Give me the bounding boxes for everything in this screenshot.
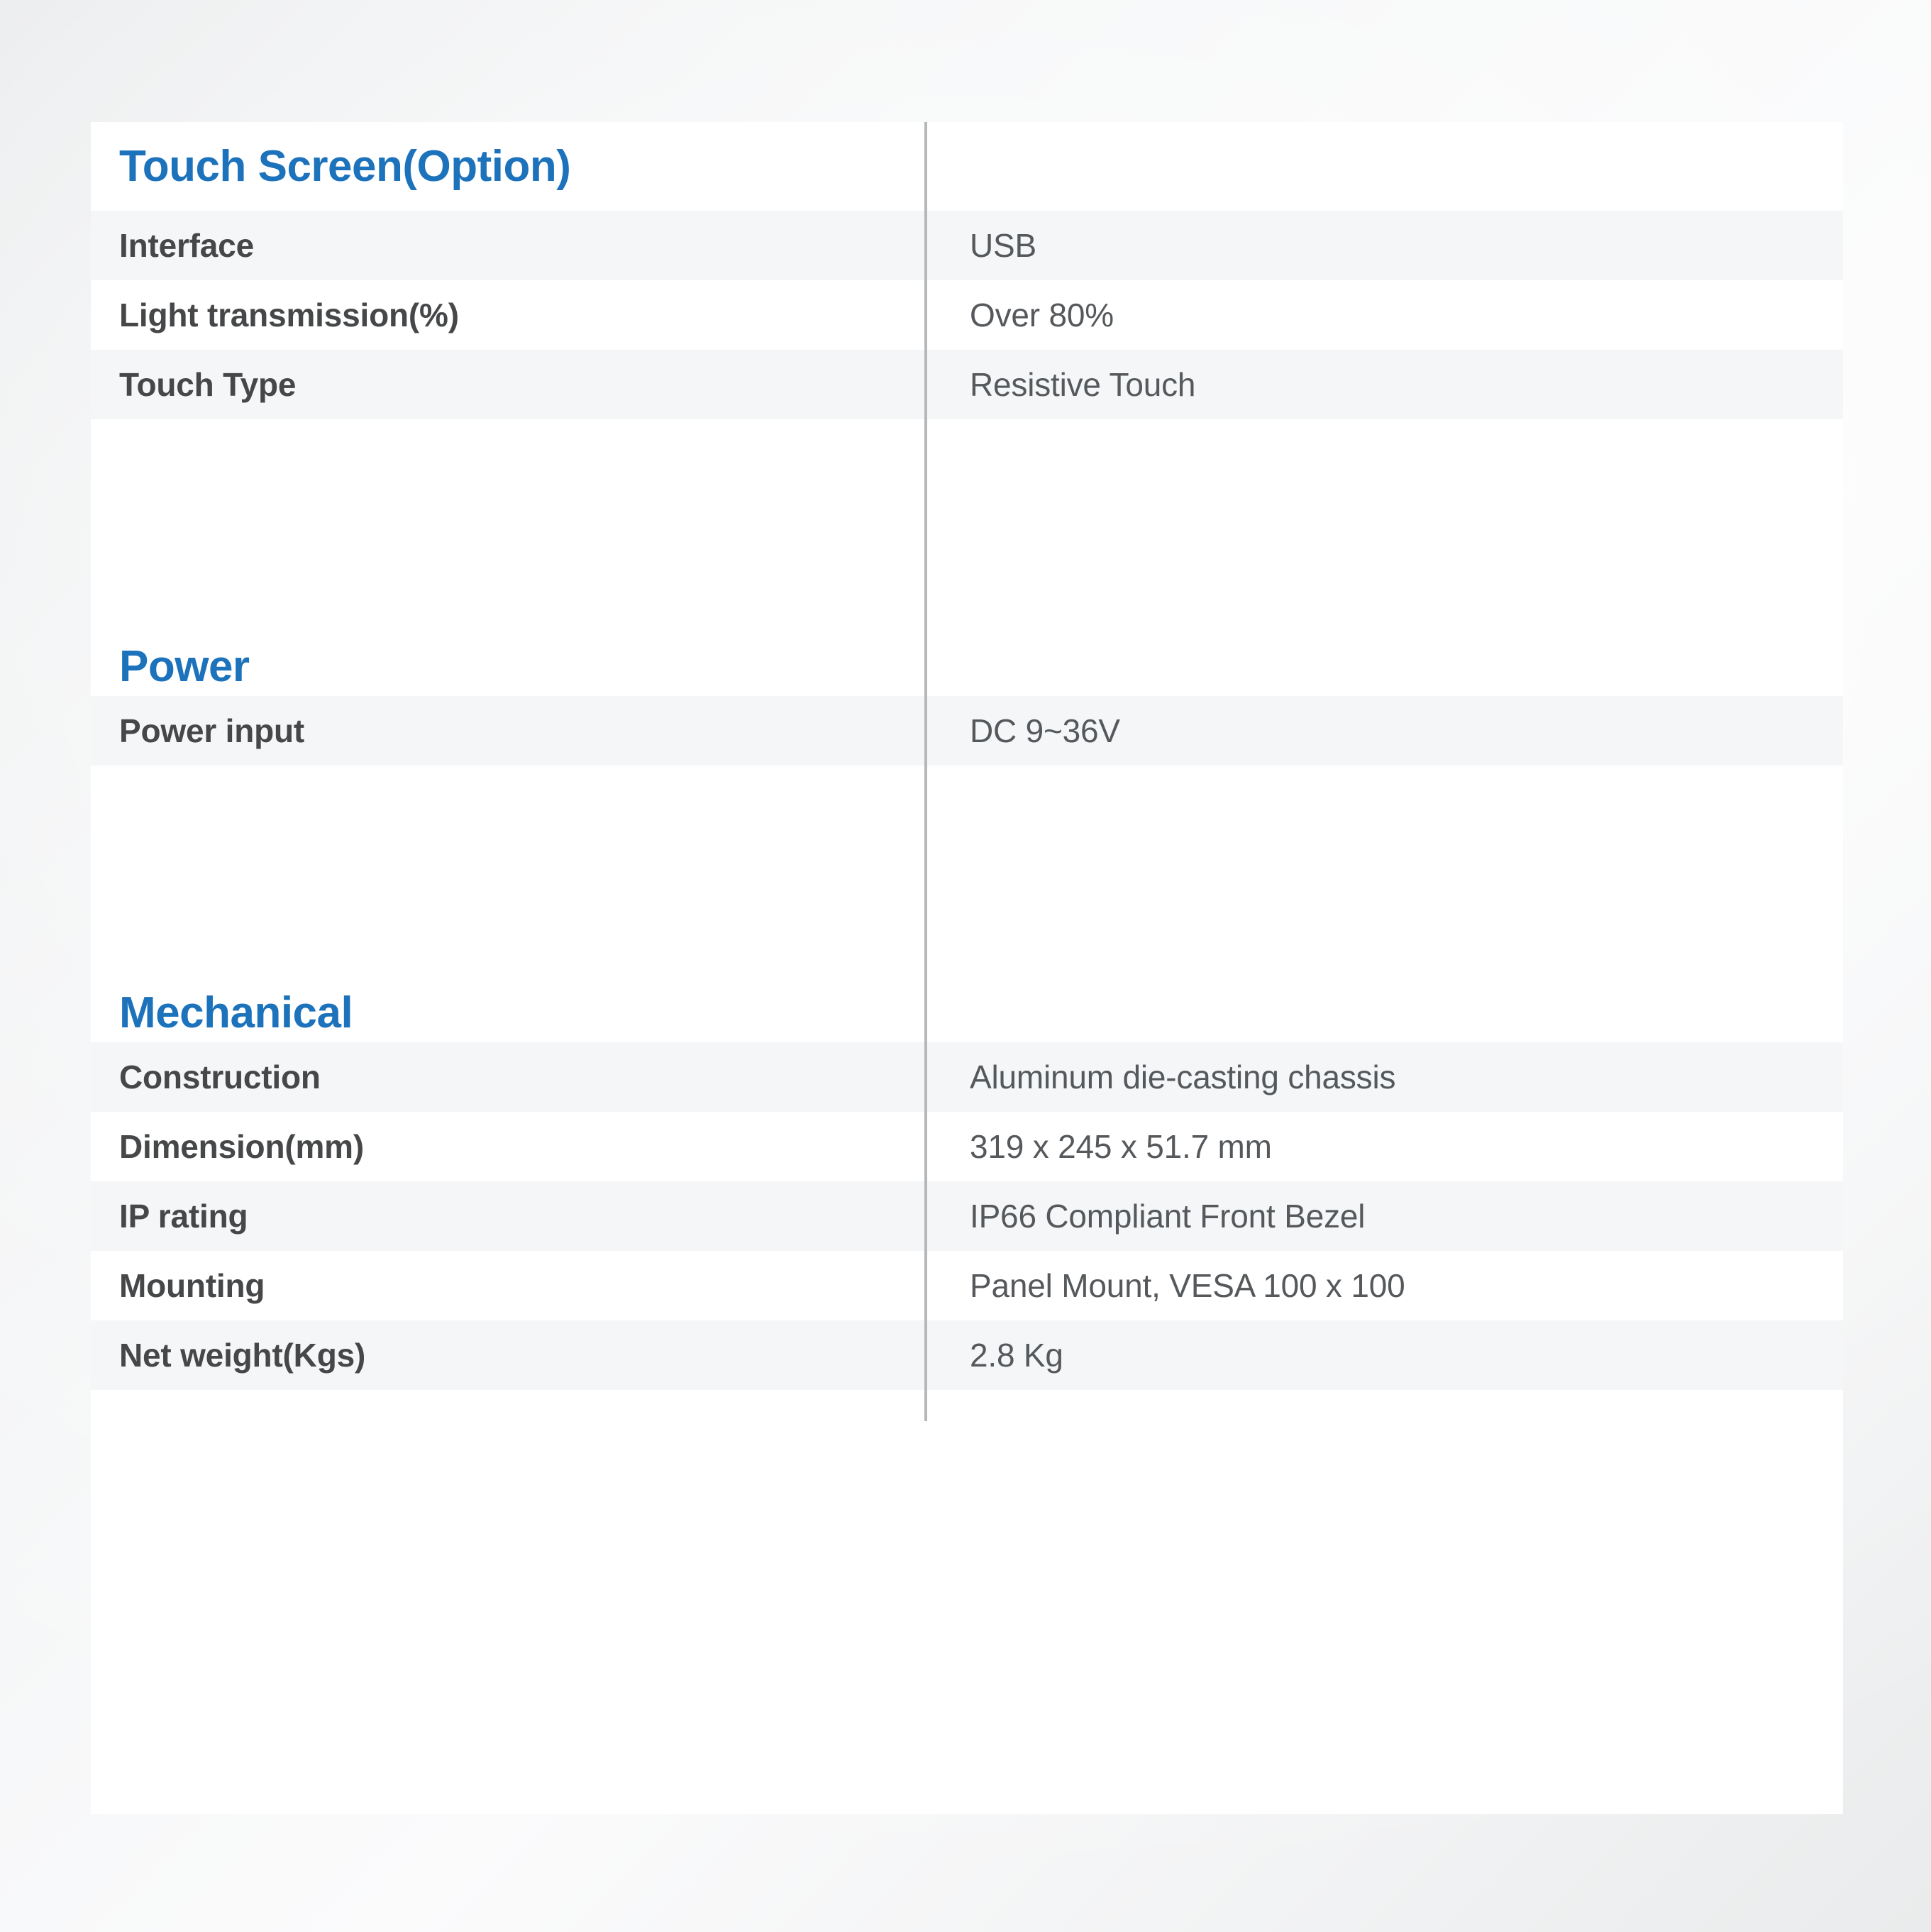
spec-label: Dimension(mm) (119, 1128, 364, 1165)
spec-row: Power input DC 9~36V (91, 696, 1843, 766)
spec-value: 319 x 245 x 51.7 mm (970, 1128, 1272, 1165)
spec-label-cell: Dimension(mm) (91, 1112, 927, 1181)
spec-value: Over 80% (970, 297, 1114, 333)
section-heading: Touch Screen(Option) (119, 141, 571, 191)
spec-label-cell: Power input (91, 696, 927, 766)
spec-label: Net weight(Kgs) (119, 1337, 366, 1374)
spec-value: Aluminum die-casting chassis (970, 1059, 1396, 1095)
table-tail-label-cell (91, 1390, 927, 1421)
spec-value-cell: Resistive Touch (926, 350, 1843, 419)
spec-row: Touch Type Resistive Touch (91, 350, 1843, 419)
spec-value-cell: Over 80% (926, 280, 1843, 350)
spec-row: Interface USB (91, 211, 1843, 280)
section-header-row: Mechanical (91, 766, 1843, 1042)
spec-value: Panel Mount, VESA 100 x 100 (970, 1267, 1405, 1304)
spec-value-cell: DC 9~36V (926, 696, 1843, 766)
section-heading: Mechanical (119, 988, 353, 1037)
spec-value: USB (970, 227, 1036, 264)
spec-label: Interface (119, 227, 254, 264)
spec-row: Construction Aluminum die-casting chassis (91, 1042, 1843, 1112)
section-header-spacer-cell (926, 419, 1843, 696)
spec-row: Dimension(mm) 319 x 245 x 51.7 mm (91, 1112, 1843, 1181)
spec-label: Mounting (119, 1267, 265, 1304)
spec-label: Construction (119, 1059, 321, 1095)
spec-row: Mounting Panel Mount, VESA 100 x 100 (91, 1251, 1843, 1320)
table-tail-strip (91, 1390, 1843, 1421)
spec-value-cell: Panel Mount, VESA 100 x 100 (926, 1251, 1843, 1320)
section-heading-cell: Power (91, 419, 927, 696)
spec-label-cell: Mounting (91, 1251, 927, 1320)
section-header-row: Touch Screen(Option) (91, 122, 1843, 211)
section-header-row: Power (91, 419, 1843, 696)
section-header-spacer-cell (926, 122, 1843, 211)
spec-value-cell: Aluminum die-casting chassis (926, 1042, 1843, 1112)
spec-label: Light transmission(%) (119, 297, 459, 333)
section-heading: Power (119, 642, 250, 691)
spec-value-cell: 2.8 Kg (926, 1320, 1843, 1390)
section-header-spacer-cell (926, 766, 1843, 1042)
spec-label-cell: Touch Type (91, 350, 927, 419)
section-heading-cell: Mechanical (91, 766, 927, 1042)
spec-value: Resistive Touch (970, 366, 1196, 403)
spec-label-cell: Light transmission(%) (91, 280, 927, 350)
specification-card: Touch Screen(Option) Interface USB Light tr… (91, 122, 1843, 1814)
specification-table: Touch Screen(Option) Interface USB Light tr… (91, 122, 1843, 1421)
spec-label: IP rating (119, 1198, 248, 1235)
section-heading-cell: Touch Screen(Option) (91, 122, 927, 211)
spec-value-cell: 319 x 245 x 51.7 mm (926, 1112, 1843, 1181)
spec-row: Light transmission(%) Over 80% (91, 280, 1843, 350)
spec-value-cell: IP66 Compliant Front Bezel (926, 1181, 1843, 1251)
spec-label-cell: Interface (91, 211, 927, 280)
table-tail-value-cell (926, 1390, 1843, 1421)
spec-value: DC 9~36V (970, 712, 1120, 749)
spec-value: IP66 Compliant Front Bezel (970, 1198, 1366, 1235)
spec-label-cell: IP rating (91, 1181, 927, 1251)
spec-label-cell: Construction (91, 1042, 927, 1112)
spec-label-cell: Net weight(Kgs) (91, 1320, 927, 1390)
spec-value: 2.8 Kg (970, 1337, 1063, 1374)
spec-label: Power input (119, 712, 305, 749)
spec-label: Touch Type (119, 366, 297, 403)
spec-value-cell: USB (926, 211, 1843, 280)
spec-row: Net weight(Kgs) 2.8 Kg (91, 1320, 1843, 1390)
spec-row: IP rating IP66 Compliant Front Bezel (91, 1181, 1843, 1251)
